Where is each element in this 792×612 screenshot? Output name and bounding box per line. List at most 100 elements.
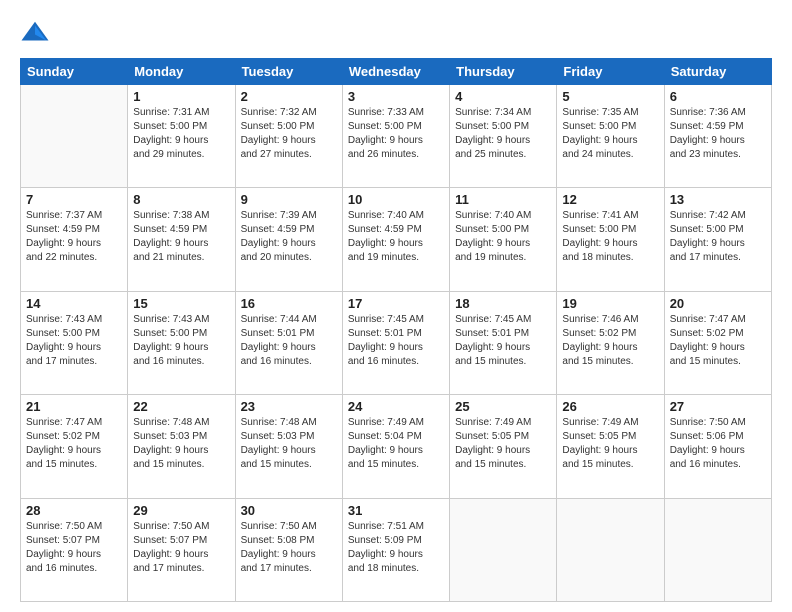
day-number: 16 (241, 296, 337, 311)
day-number: 2 (241, 89, 337, 104)
day-number: 30 (241, 503, 337, 518)
day-number: 24 (348, 399, 444, 414)
day-info: Sunrise: 7:35 AMSunset: 5:00 PMDaylight:… (562, 106, 658, 162)
day-info: Sunrise: 7:51 AMSunset: 5:09 PMDaylight:… (348, 520, 444, 576)
day-number: 19 (562, 296, 658, 311)
day-header-saturday: Saturday (664, 59, 771, 85)
day-info: Sunrise: 7:40 AMSunset: 5:00 PMDaylight:… (455, 209, 551, 265)
calendar-cell: 15 Sunrise: 7:43 AMSunset: 5:00 PMDayligh… (128, 291, 235, 394)
day-number: 12 (562, 192, 658, 207)
calendar-cell: 29 Sunrise: 7:50 AMSunset: 5:07 PMDayligh… (128, 498, 235, 601)
calendar-cell: 30 Sunrise: 7:50 AMSunset: 5:08 PMDayligh… (235, 498, 342, 601)
day-info: Sunrise: 7:44 AMSunset: 5:01 PMDaylight:… (241, 313, 337, 369)
day-info: Sunrise: 7:50 AMSunset: 5:07 PMDaylight:… (26, 520, 122, 576)
calendar-cell: 1 Sunrise: 7:31 AMSunset: 5:00 PMDaylight… (128, 85, 235, 188)
day-info: Sunrise: 7:46 AMSunset: 5:02 PMDaylight:… (562, 313, 658, 369)
day-info: Sunrise: 7:34 AMSunset: 5:00 PMDaylight:… (455, 106, 551, 162)
calendar-week-row: 28Sunrise: 7:50 AMSunset: 5:07 PMDayligh… (21, 498, 772, 601)
day-header-friday: Friday (557, 59, 664, 85)
calendar-cell: 6 Sunrise: 7:36 AMSunset: 4:59 PMDaylight… (664, 85, 771, 188)
day-header-wednesday: Wednesday (342, 59, 449, 85)
calendar-cell: 31 Sunrise: 7:51 AMSunset: 5:09 PMDayligh… (342, 498, 449, 601)
day-number: 29 (133, 503, 229, 518)
day-info: Sunrise: 7:41 AMSunset: 5:00 PMDaylight:… (562, 209, 658, 265)
calendar-cell (664, 498, 771, 601)
day-number: 10 (348, 192, 444, 207)
calendar-cell: 2 Sunrise: 7:32 AMSunset: 5:00 PMDaylight… (235, 85, 342, 188)
calendar-cell: 24 Sunrise: 7:49 AMSunset: 5:04 PMDayligh… (342, 395, 449, 498)
day-info: Sunrise: 7:31 AMSunset: 5:00 PMDaylight:… (133, 106, 229, 162)
calendar-header-row: SundayMondayTuesdayWednesdayThursdayFrid… (21, 59, 772, 85)
day-number: 21 (26, 399, 122, 414)
calendar-cell: 19 Sunrise: 7:46 AMSunset: 5:02 PMDayligh… (557, 291, 664, 394)
day-number: 27 (670, 399, 766, 414)
calendar-cell: 21 Sunrise: 7:47 AMSunset: 5:02 PMDayligh… (21, 395, 128, 498)
calendar-cell: 4 Sunrise: 7:34 AMSunset: 5:00 PMDaylight… (450, 85, 557, 188)
calendar-cell: 25Sunrise: 7:49 AMSunset: 5:05 PMDayligh… (450, 395, 557, 498)
day-info: Sunrise: 7:39 AMSunset: 4:59 PMDaylight:… (241, 209, 337, 265)
day-header-thursday: Thursday (450, 59, 557, 85)
day-info: Sunrise: 7:32 AMSunset: 5:00 PMDaylight:… (241, 106, 337, 162)
day-number: 17 (348, 296, 444, 311)
calendar-cell: 11 Sunrise: 7:40 AMSunset: 5:00 PMDayligh… (450, 188, 557, 291)
day-header-sunday: Sunday (21, 59, 128, 85)
day-number: 14 (26, 296, 122, 311)
calendar-cell: 27 Sunrise: 7:50 AMSunset: 5:06 PMDayligh… (664, 395, 771, 498)
day-number: 22 (133, 399, 229, 414)
calendar-cell: 14 Sunrise: 7:43 AMSunset: 5:00 PMDayligh… (21, 291, 128, 394)
calendar-cell: 23Sunrise: 7:48 AMSunset: 5:03 PMDayligh… (235, 395, 342, 498)
day-number: 9 (241, 192, 337, 207)
day-number: 25 (455, 399, 551, 414)
day-number: 1 (133, 89, 229, 104)
day-number: 20 (670, 296, 766, 311)
calendar-cell: 8Sunrise: 7:38 AMSunset: 4:59 PMDaylight… (128, 188, 235, 291)
day-number: 3 (348, 89, 444, 104)
day-info: Sunrise: 7:43 AMSunset: 5:00 PMDaylight:… (26, 313, 122, 369)
day-info: Sunrise: 7:33 AMSunset: 5:00 PMDaylight:… (348, 106, 444, 162)
day-info: Sunrise: 7:47 AMSunset: 5:02 PMDaylight:… (670, 313, 766, 369)
calendar-cell: 20 Sunrise: 7:47 AMSunset: 5:02 PMDayligh… (664, 291, 771, 394)
calendar-cell: 17 Sunrise: 7:45 AMSunset: 5:01 PMDayligh… (342, 291, 449, 394)
calendar-cell: 12 Sunrise: 7:41 AMSunset: 5:00 PMDayligh… (557, 188, 664, 291)
day-number: 5 (562, 89, 658, 104)
day-info: Sunrise: 7:50 AMSunset: 5:06 PMDaylight:… (670, 416, 766, 472)
calendar-cell (450, 498, 557, 601)
day-info: Sunrise: 7:50 AMSunset: 5:07 PMDaylight:… (133, 520, 229, 576)
calendar-cell (557, 498, 664, 601)
calendar-week-row: 21 Sunrise: 7:47 AMSunset: 5:02 PMDayligh… (21, 395, 772, 498)
day-header-monday: Monday (128, 59, 235, 85)
calendar-week-row: 14 Sunrise: 7:43 AMSunset: 5:00 PMDayligh… (21, 291, 772, 394)
day-number: 7 (26, 192, 122, 207)
calendar-week-row: 1 Sunrise: 7:31 AMSunset: 5:00 PMDaylight… (21, 85, 772, 188)
calendar-week-row: 7 Sunrise: 7:37 AMSunset: 4:59 PMDaylight… (21, 188, 772, 291)
day-info: Sunrise: 7:38 AMSunset: 4:59 PMDaylight:… (133, 209, 229, 265)
day-header-tuesday: Tuesday (235, 59, 342, 85)
day-info: Sunrise: 7:47 AMSunset: 5:02 PMDaylight:… (26, 416, 122, 472)
day-number: 4 (455, 89, 551, 104)
calendar-cell: 3 Sunrise: 7:33 AMSunset: 5:00 PMDaylight… (342, 85, 449, 188)
day-number: 15 (133, 296, 229, 311)
day-info: Sunrise: 7:37 AMSunset: 4:59 PMDaylight:… (26, 209, 122, 265)
day-number: 13 (670, 192, 766, 207)
day-number: 26 (562, 399, 658, 414)
day-info: Sunrise: 7:42 AMSunset: 5:00 PMDaylight:… (670, 209, 766, 265)
day-info: Sunrise: 7:45 AMSunset: 5:01 PMDaylight:… (348, 313, 444, 369)
calendar-cell: 10 Sunrise: 7:40 AMSunset: 4:59 PMDayligh… (342, 188, 449, 291)
day-number: 31 (348, 503, 444, 518)
day-info: Sunrise: 7:36 AMSunset: 4:59 PMDaylight:… (670, 106, 766, 162)
header (20, 18, 772, 48)
calendar-cell: 22Sunrise: 7:48 AMSunset: 5:03 PMDayligh… (128, 395, 235, 498)
logo-icon (20, 18, 50, 48)
day-info: Sunrise: 7:50 AMSunset: 5:08 PMDaylight:… (241, 520, 337, 576)
day-info: Sunrise: 7:49 AMSunset: 5:04 PMDaylight:… (348, 416, 444, 472)
day-info: Sunrise: 7:49 AMSunset: 5:05 PMDaylight:… (562, 416, 658, 472)
calendar-cell (21, 85, 128, 188)
day-info: Sunrise: 7:48 AMSunset: 5:03 PMDaylight:… (241, 416, 337, 472)
calendar-cell: 26 Sunrise: 7:49 AMSunset: 5:05 PMDayligh… (557, 395, 664, 498)
day-info: Sunrise: 7:43 AMSunset: 5:00 PMDaylight:… (133, 313, 229, 369)
day-number: 6 (670, 89, 766, 104)
calendar-cell: 7 Sunrise: 7:37 AMSunset: 4:59 PMDaylight… (21, 188, 128, 291)
day-number: 11 (455, 192, 551, 207)
day-info: Sunrise: 7:40 AMSunset: 4:59 PMDaylight:… (348, 209, 444, 265)
calendar-cell: 9 Sunrise: 7:39 AMSunset: 4:59 PMDaylight… (235, 188, 342, 291)
